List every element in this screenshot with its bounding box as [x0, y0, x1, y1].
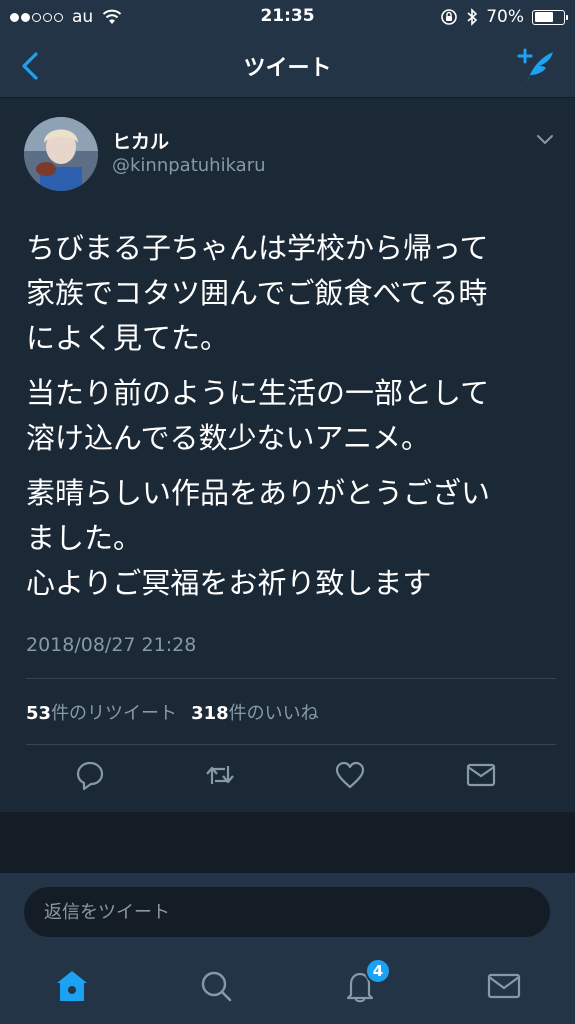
compose-tweet-icon[interactable]	[515, 46, 557, 86]
chevron-down-icon[interactable]	[535, 133, 555, 147]
retweet-icon[interactable]	[204, 759, 236, 791]
tweet-timestamp: 2018/08/27 21:28	[26, 634, 197, 656]
empty-space	[0, 812, 575, 872]
retweet-label: 件のリツイート	[51, 703, 178, 724]
messages-icon[interactable]	[486, 968, 522, 1004]
reply-input[interactable]	[24, 887, 550, 937]
like-stat[interactable]: 318件のいいね	[191, 699, 319, 725]
tweet-paragraph: 当たり前のように生活の一部として 溶け込んでる数少ないアニメ。	[26, 376, 490, 455]
divider	[26, 744, 556, 745]
author-name[interactable]: ヒカル	[112, 127, 169, 154]
tweet-detail: ヒカル @kinnpatuhikaru ちびまる子ちゃんは学校から帰って 家族で…	[0, 99, 575, 812]
rotation-lock-icon	[441, 9, 458, 25]
navigation-bar: ツイート	[0, 34, 575, 98]
reply-bar	[0, 872, 575, 950]
search-icon[interactable]	[198, 968, 234, 1004]
battery-percent: 70%	[486, 7, 524, 27]
avatar[interactable]	[24, 117, 98, 191]
page-title: ツイート	[243, 56, 332, 81]
notification-badge: 4	[365, 958, 391, 984]
tab-bar: 4	[0, 950, 575, 1024]
engagement-stats: 53件のリツイート 318件のいいね	[26, 699, 319, 725]
retweet-stat[interactable]: 53件のリツイート	[26, 699, 177, 725]
tweet-text: ちびまる子ちゃんは学校から帰って 家族でコタツ囲んでご飯食べてる時 によく見てた…	[26, 226, 556, 616]
heart-icon[interactable]	[334, 759, 366, 791]
author-handle[interactable]: @kinnpatuhikaru	[112, 155, 266, 176]
like-label: 件のいいね	[228, 703, 319, 724]
battery-icon	[532, 9, 568, 25]
envelope-icon[interactable]	[465, 759, 497, 791]
status-bar: au 21:35 70%	[0, 0, 575, 34]
tweet-actions	[0, 759, 575, 799]
retweet-count: 53	[26, 703, 52, 724]
divider	[26, 678, 556, 679]
bluetooth-icon	[467, 8, 478, 26]
home-icon[interactable]	[54, 968, 90, 1004]
like-count: 318	[191, 703, 229, 724]
tweet-paragraph: 素晴らしい作品をありがとうござい ました。 心よりご冥福をお祈り致します	[26, 476, 491, 600]
tweet-paragraph: ちびまる子ちゃんは学校から帰って 家族でコタツ囲んでご飯食べてる時 によく見てた…	[26, 231, 489, 355]
reply-icon[interactable]	[74, 759, 106, 791]
